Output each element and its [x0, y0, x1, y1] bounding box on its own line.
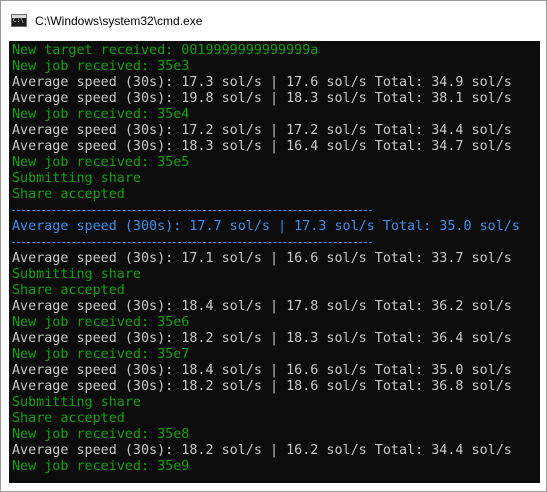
console-line: Submitting share: [12, 267, 141, 282]
console-line: New job received: 35e3: [12, 59, 190, 74]
window-title: C:\Windows\system32\cmd.exe: [35, 13, 203, 28]
cmd-icon: [11, 14, 27, 27]
console-line: New job received: 35e7: [12, 347, 190, 362]
console-line: Average speed (30s): 18.2 sol/s | 16.2 s…: [12, 443, 512, 458]
console-line: New job received: 35e6: [12, 315, 190, 330]
console-line: New job received: 35e9: [12, 459, 190, 474]
dashed-line: [12, 242, 372, 243]
cmd-window: C:\Windows\system32\cmd.exe New target r…: [0, 0, 547, 492]
console-line: Average speed (30s): 17.3 sol/s | 17.6 s…: [12, 75, 512, 90]
separator-rule: [12, 235, 540, 251]
console-line: Average speed (30s): 17.1 sol/s | 16.6 s…: [12, 251, 512, 266]
console-line: Average speed (30s): 18.2 sol/s | 18.6 s…: [12, 379, 512, 394]
console-line: Average speed (300s): 17.7 sol/s | 17.3 …: [12, 219, 520, 234]
console-line: Average speed (30s): 18.3 sol/s | 16.4 s…: [12, 139, 512, 154]
console-lines: New target received: 0019999999999999a Ne…: [9, 41, 540, 475]
console-line: New job received: 35e5: [12, 155, 190, 170]
console-line: Average speed (30s): 18.4 sol/s | 16.6 s…: [12, 363, 512, 378]
console-line: Average speed (30s): 18.4 sol/s | 17.8 s…: [12, 299, 512, 314]
dashed-line: [12, 210, 372, 211]
console-output[interactable]: New target received: 0019999999999999a Ne…: [9, 41, 540, 483]
console-line: Share accepted: [12, 283, 125, 298]
console-line: New job received: 35e8: [12, 427, 190, 442]
console-line: Submitting share: [12, 395, 141, 410]
console-line: Average speed (30s): 17.2 sol/s | 17.2 s…: [12, 123, 512, 138]
console-line: Share accepted: [12, 411, 125, 426]
console-line: Submitting share: [12, 171, 141, 186]
console-line: Average speed (30s): 18.2 sol/s | 18.3 s…: [12, 331, 512, 346]
separator-rule: [12, 203, 540, 219]
title-bar[interactable]: C:\Windows\system32\cmd.exe: [1, 1, 546, 40]
console-line: New target received: 0019999999999999a: [12, 43, 319, 58]
console-line: New job received: 35e4: [12, 107, 190, 122]
console-line: Average speed (30s): 19.8 sol/s | 18.3 s…: [12, 91, 512, 106]
console-line: Share accepted: [12, 187, 125, 202]
